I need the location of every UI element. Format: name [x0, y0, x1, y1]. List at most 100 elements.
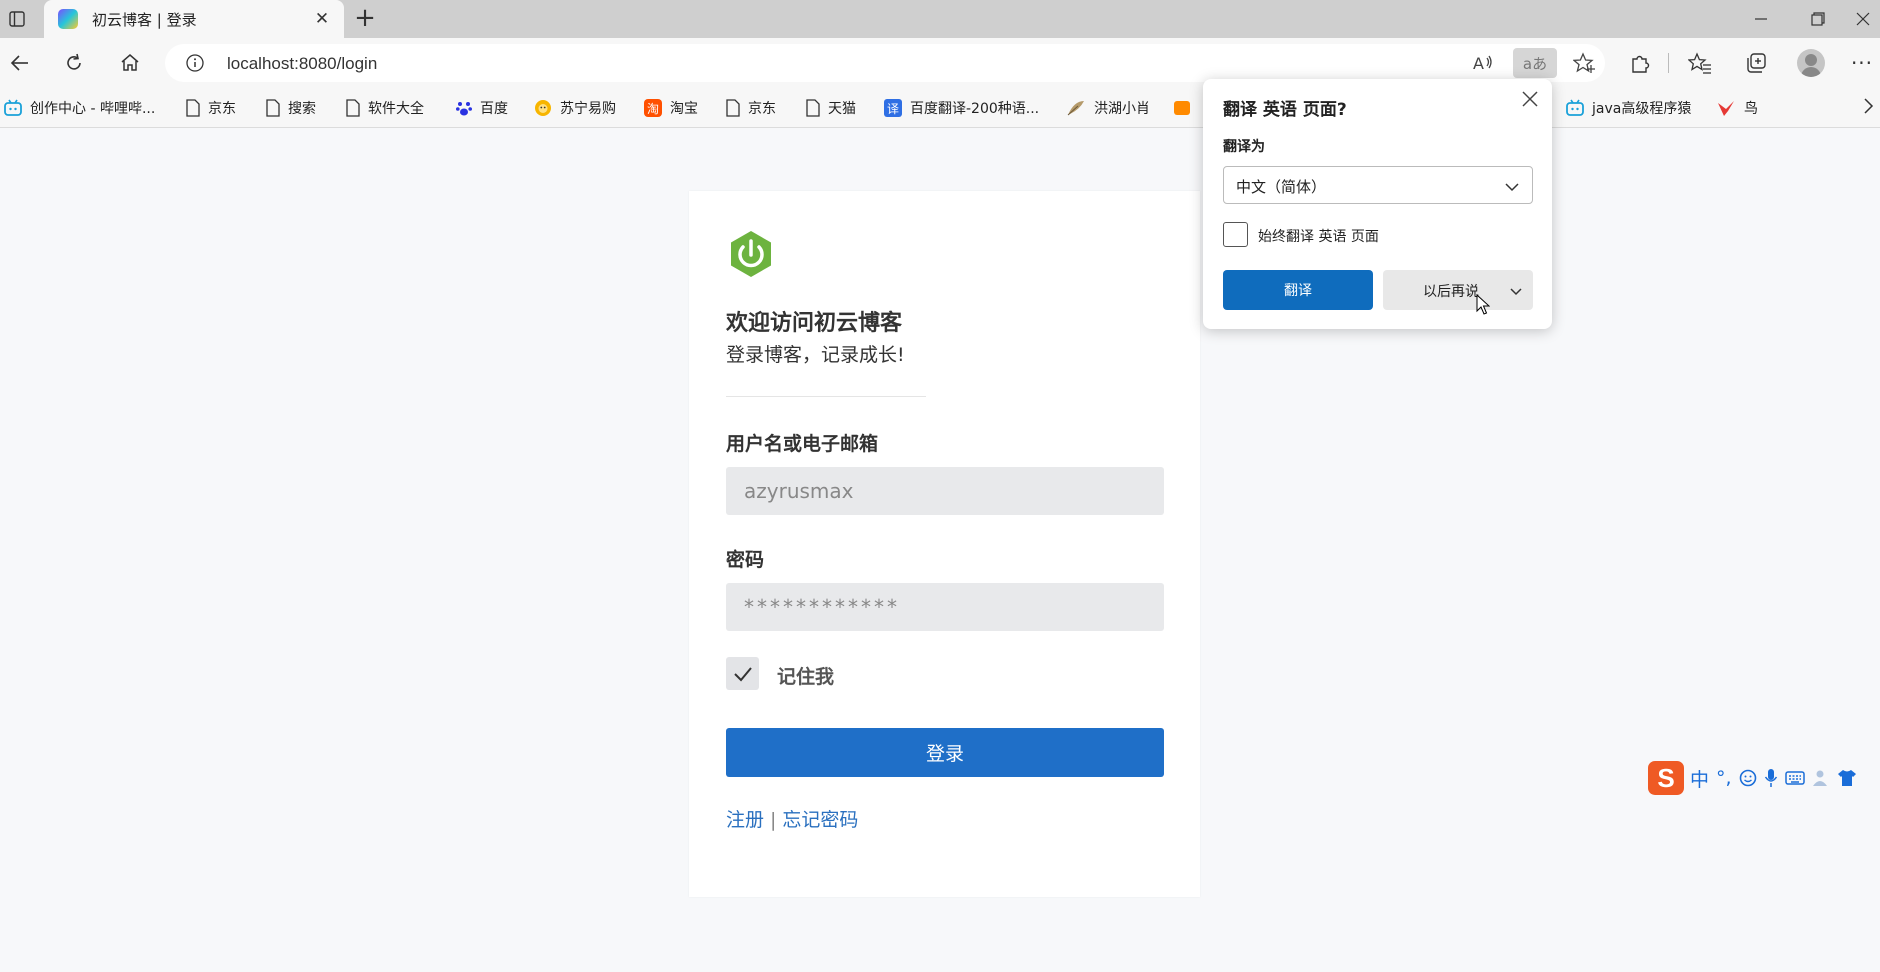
tab-title: 初云博客 | 登录	[92, 10, 197, 29]
page-icon	[726, 99, 740, 117]
favorites-list-icon	[1688, 52, 1711, 74]
bookmark-item[interactable]: 苏宁易购	[534, 88, 616, 128]
bookmark-item[interactable]: 创作中心 - 哔哩哔...	[4, 88, 155, 128]
bookmark-item[interactable]: 搜索	[266, 88, 316, 128]
bookmark-item[interactable]: 京东	[726, 88, 776, 128]
bookmarks-bar: 创作中心 - 哔哩哔... 京东 搜索 软件大全 百度 苏宁易购 淘 淘宝 京东…	[0, 88, 1880, 128]
taobao-icon: 淘	[644, 99, 662, 117]
close-window-icon	[1856, 12, 1870, 26]
link-separator: |	[770, 809, 777, 831]
bookmark-item[interactable]: 天猫	[806, 88, 856, 128]
bird-feather-icon	[1066, 99, 1086, 117]
bookmarks-overflow-chevron-icon[interactable]	[1862, 96, 1874, 121]
username-label: 用户名或电子邮箱	[726, 433, 879, 455]
sogou-logo-icon[interactable]: S	[1648, 761, 1684, 795]
address-bar[interactable]: localhost:8080/login A aあ	[165, 44, 1605, 82]
welcome-subtitle: 登录博客，记录成长!	[726, 344, 905, 366]
microphone-icon[interactable]	[1764, 768, 1778, 788]
remember-me-label[interactable]: 记住我	[777, 662, 834, 689]
puzzle-icon	[1632, 55, 1650, 73]
login-button[interactable]: 登录	[726, 728, 1164, 777]
minimize-icon	[1755, 18, 1767, 20]
not-now-button[interactable]: 以后再说	[1383, 270, 1533, 310]
password-input[interactable]	[726, 583, 1164, 631]
not-now-label: 以后再说	[1423, 284, 1479, 300]
auth-links: 注册 | 忘记密码	[726, 805, 858, 832]
bookmark-item[interactable]: 鸟	[1716, 88, 1758, 128]
site-favicon-icon	[58, 9, 78, 29]
chevron-down-icon	[1504, 178, 1520, 197]
browser-toolbar: localhost:8080/login A aあ ···	[0, 38, 1880, 88]
active-tab[interactable]: 初云博客 | 登录 ✕	[44, 0, 344, 38]
translate-page-button[interactable]: aあ	[1513, 48, 1557, 78]
bookmark-folder-icon	[1174, 99, 1190, 117]
remember-me-checkbox[interactable]	[726, 657, 759, 690]
chevron-down-icon[interactable]	[1509, 283, 1523, 302]
emoji-icon[interactable]	[1739, 769, 1757, 787]
new-tab-button[interactable]: +	[350, 4, 380, 34]
bookmark-item[interactable]: 百度	[456, 88, 508, 128]
bilibili-icon	[4, 99, 22, 117]
site-info-icon[interactable]	[185, 53, 205, 77]
refresh-button[interactable]	[58, 47, 90, 79]
close-window-button[interactable]	[1846, 0, 1880, 38]
bookmark-item[interactable]: 京东	[186, 88, 236, 128]
home-button[interactable]	[114, 47, 146, 79]
back-button[interactable]	[4, 47, 36, 79]
bookmark-item[interactable]: 译 百度翻译-200种语...	[884, 88, 1039, 128]
svg-text:淘: 淘	[647, 102, 659, 116]
more-options-button[interactable]: ···	[1846, 47, 1878, 79]
target-language-select[interactable]: 中文（简体）	[1223, 166, 1533, 204]
translate-button[interactable]: 翻译	[1223, 270, 1373, 310]
forgot-password-link[interactable]: 忘记密码	[782, 809, 858, 831]
bookmark-item[interactable]: java高级程序猿	[1566, 88, 1691, 128]
bookmark-item[interactable]: 软件大全	[346, 88, 424, 128]
bookmark-item-partial[interactable]	[1174, 88, 1198, 128]
username-input[interactable]	[726, 467, 1164, 515]
keyboard-icon[interactable]	[1784, 770, 1805, 786]
baidu-paw-icon	[456, 99, 472, 117]
mouse-cursor-icon	[1476, 293, 1491, 320]
always-translate-checkbox[interactable]	[1223, 222, 1248, 247]
toolbar-separator	[1668, 53, 1669, 73]
collections-button[interactable]	[1740, 47, 1772, 79]
profile-avatar[interactable]	[1797, 49, 1825, 77]
skin-tshirt-icon[interactable]	[1837, 769, 1857, 787]
login-card: 欢迎访问初云博客 登录博客，记录成长! 用户名或电子邮箱 密码 记住我 登录 注…	[689, 191, 1200, 897]
more-dots-icon: ···	[1850, 51, 1874, 75]
ime-punctuation-toggle[interactable]: °,	[1716, 767, 1732, 789]
bookmark-item[interactable]: 洪湖小肖	[1066, 88, 1150, 128]
tab-actions-icon	[9, 11, 25, 27]
ime-toolbar: S 中 °,	[1648, 760, 1880, 796]
welcome-heading: 欢迎访问初云博客	[726, 311, 903, 336]
suning-lion-icon	[534, 99, 552, 117]
translate-popup-title: 翻译 英语 页面?	[1223, 100, 1347, 120]
minimize-button[interactable]	[1733, 0, 1789, 38]
back-arrow-icon	[10, 55, 28, 71]
translate-icon: aあ	[1522, 54, 1548, 73]
bookmark-item[interactable]: 淘 淘宝	[644, 88, 698, 128]
popup-close-icon[interactable]	[1521, 89, 1539, 113]
restore-button[interactable]	[1790, 0, 1846, 38]
home-icon	[121, 54, 139, 71]
bilibili-icon	[1566, 99, 1584, 117]
baidu-translate-icon: 译	[884, 99, 902, 117]
always-translate-label[interactable]: 始终翻译 英语 页面	[1258, 226, 1379, 246]
ime-mode-toggle[interactable]: 中	[1690, 765, 1709, 792]
favorites-button[interactable]	[1684, 47, 1716, 79]
register-link[interactable]: 注册	[726, 809, 764, 831]
translate-to-label: 翻译为	[1223, 139, 1265, 155]
url-text[interactable]: localhost:8080/login	[227, 54, 377, 74]
svg-text:译: 译	[887, 102, 899, 116]
tab-bar: 初云博客 | 登录 ✕ +	[0, 0, 1880, 38]
tab-actions-button[interactable]	[0, 0, 34, 38]
page-icon	[346, 99, 360, 117]
collections-icon	[1747, 53, 1766, 73]
checkmark-icon	[733, 666, 752, 681]
add-favorite-icon[interactable]	[1572, 52, 1597, 78]
tab-close-icon[interactable]: ✕	[310, 9, 334, 29]
read-aloud-icon[interactable]: A	[1472, 53, 1494, 77]
extensions-button[interactable]	[1624, 47, 1656, 79]
user-settings-icon[interactable]	[1812, 769, 1830, 787]
password-label: 密码	[726, 549, 765, 571]
